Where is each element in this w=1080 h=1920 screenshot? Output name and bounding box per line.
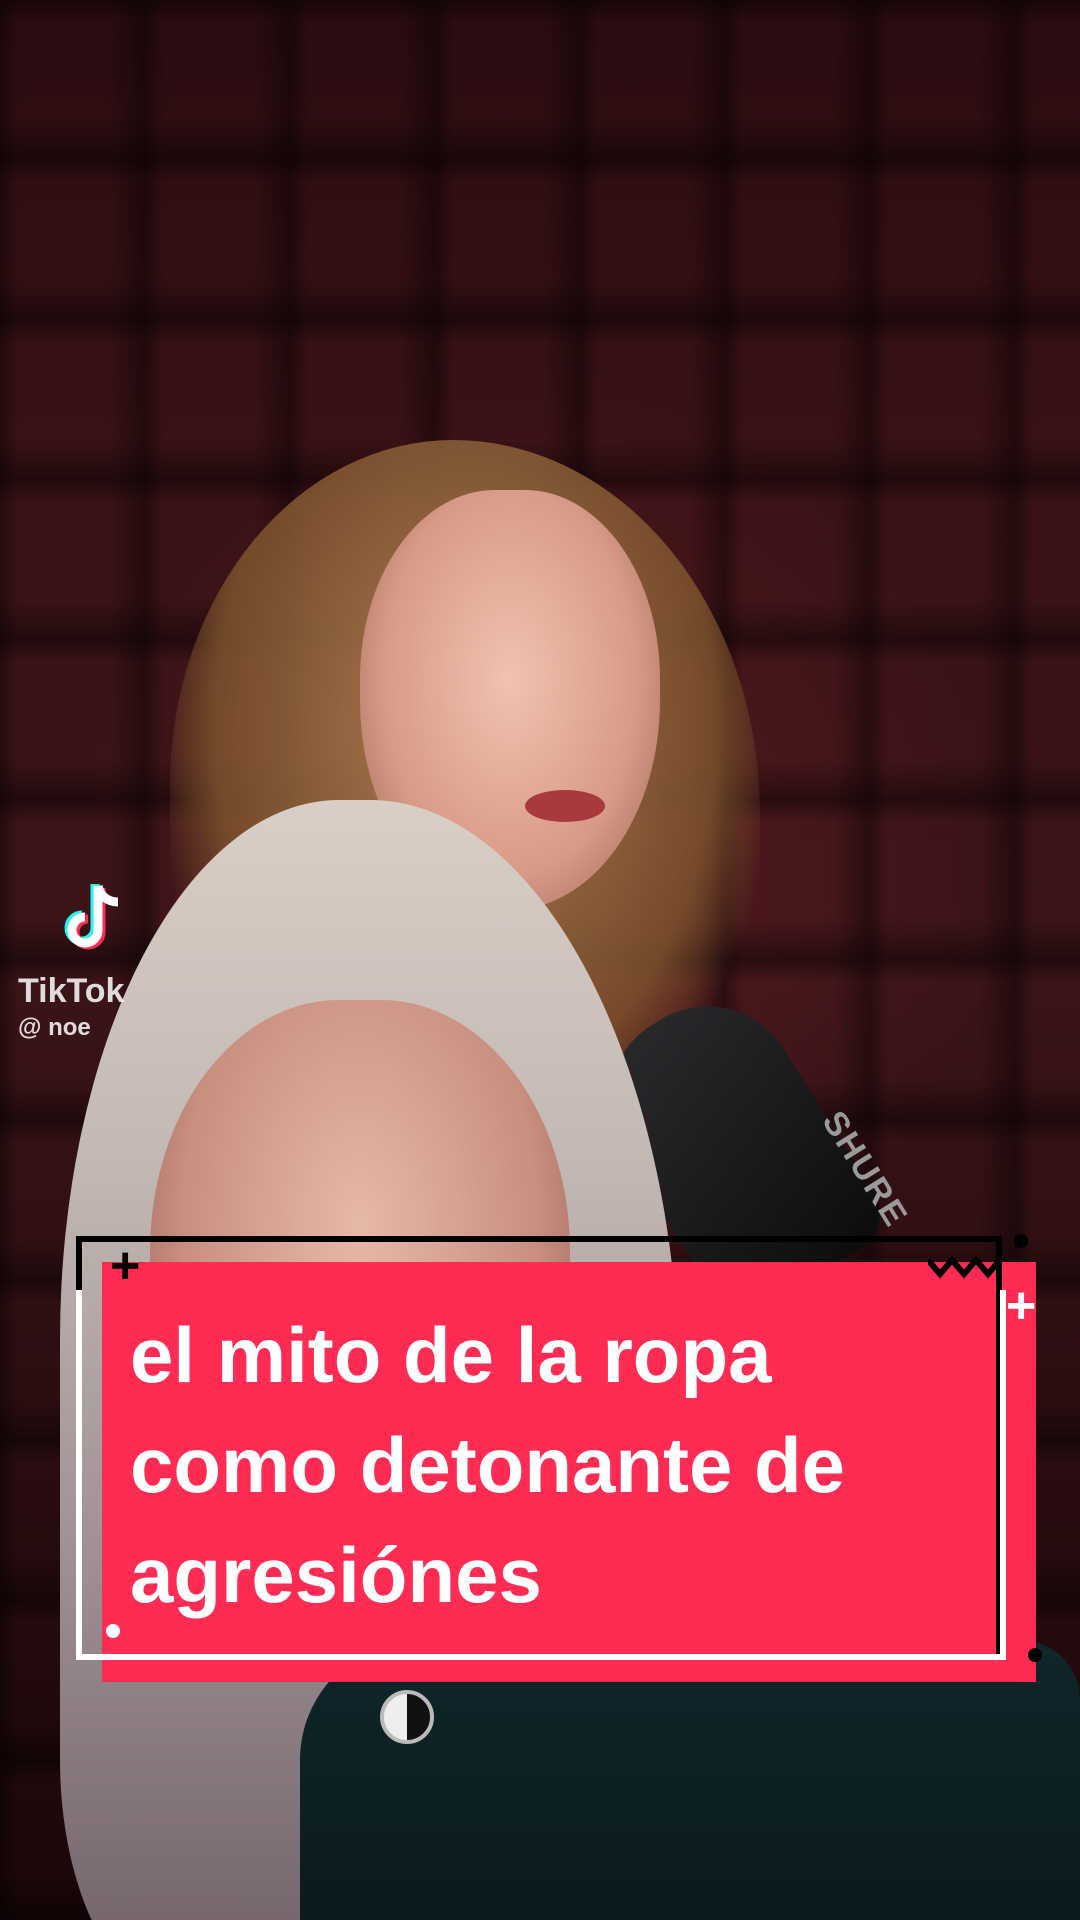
caption-line-1: el mito de la ropa xyxy=(130,1311,772,1399)
foreground-person-shirt xyxy=(300,1640,1080,1920)
zigzag-icon xyxy=(928,1255,1003,1279)
dot-icon xyxy=(1028,1648,1042,1662)
plus-icon: + xyxy=(110,1237,141,1295)
video-frame[interactable]: SHURE TikTok @ noe el mito de la ropa co… xyxy=(0,0,1080,1920)
yin-yang-pendant xyxy=(380,1690,434,1744)
caption-text: el mito de la ropa como detonante de agr… xyxy=(130,1300,990,1630)
plus-icon: + xyxy=(1006,1277,1037,1335)
background-person-lips xyxy=(525,790,605,822)
tiktok-logo-icon xyxy=(64,884,119,950)
watermark-brand: TikTok xyxy=(18,972,125,1010)
caption-line-3: agresiónes xyxy=(130,1531,542,1619)
watermark-username: @ noe xyxy=(18,1014,91,1041)
caption-line-2: como detonante de xyxy=(130,1421,846,1509)
dot-icon xyxy=(1014,1234,1028,1248)
dot-icon xyxy=(106,1624,120,1638)
